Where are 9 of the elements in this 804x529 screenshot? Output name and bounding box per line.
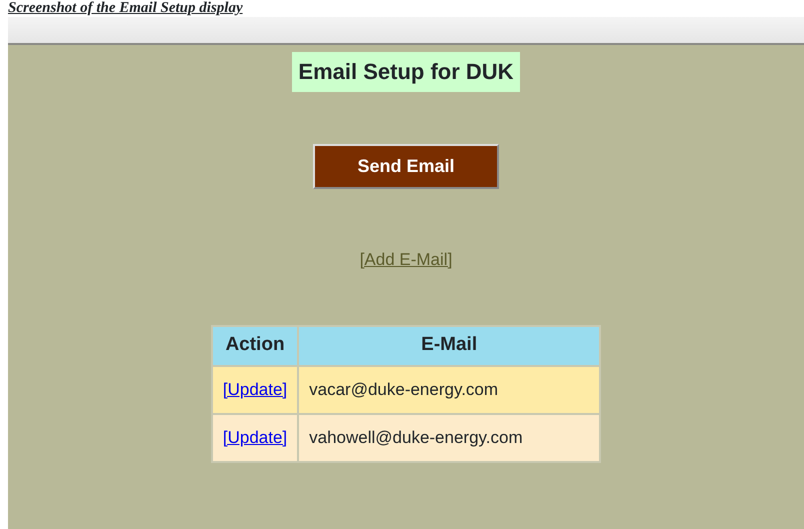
- send-email-button[interactable]: Send Email: [313, 144, 499, 189]
- update-link[interactable]: [Update]: [222, 380, 288, 399]
- update-link[interactable]: [Update]: [222, 428, 288, 447]
- caption: Screenshot of the Email Setup display: [8, 0, 243, 17]
- column-header: E-Mail: [299, 326, 600, 364]
- email-cell-text: vahowell@duke-energy.com: [308, 426, 524, 449]
- column-header: Action: [212, 326, 298, 364]
- email-cell-text: vacar@duke-energy.com: [308, 378, 500, 401]
- page-title: Email Setup for DUK: [292, 52, 520, 92]
